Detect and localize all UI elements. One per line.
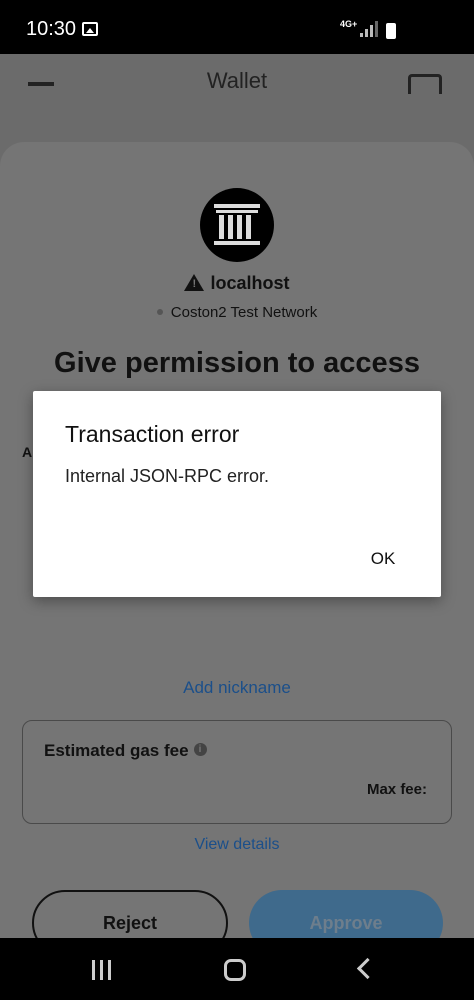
ok-button[interactable]: OK (353, 541, 413, 577)
back-icon[interactable] (356, 957, 379, 980)
bank-icon (214, 204, 260, 245)
warning-icon (184, 274, 205, 291)
gas-fee-label-text: Estimated gas fee (44, 741, 189, 760)
dialog-message: Internal JSON-RPC error. (65, 466, 270, 486)
app-header: Wallet (0, 54, 474, 114)
view-details-link[interactable]: View details (0, 836, 474, 854)
signal-icon (360, 21, 382, 37)
gas-fee-box: Estimated gas fee i Max fee: (22, 720, 452, 824)
page-title: Wallet (206, 68, 268, 93)
network-status-icon (156, 309, 163, 315)
site-favicon (200, 188, 274, 262)
network-label: Coston2 Test Network (170, 304, 318, 321)
add-nickname-link[interactable]: Add nickname (0, 678, 474, 698)
max-fee-label: Max fee: (366, 781, 427, 798)
recents-icon[interactable] (92, 960, 112, 980)
navigation-bar (0, 938, 474, 1000)
status-time: 10:30 (26, 18, 77, 40)
network-row: Coston2 Test Network (0, 304, 474, 321)
dialog-title: Transaction error (65, 421, 240, 447)
image-icon (82, 22, 98, 36)
account-label-fragment: A (22, 444, 33, 460)
status-bar: 10:30 4G+ (0, 0, 474, 54)
scan-icon[interactable] (408, 74, 442, 94)
battery-icon (386, 23, 396, 39)
origin-label: localhost (210, 273, 290, 293)
network-type: 4G+ (340, 19, 358, 29)
home-icon[interactable] (224, 959, 246, 981)
gas-fee-label: Estimated gas fee i (44, 741, 207, 761)
transaction-error-dialog: Transaction error Internal JSON-RPC erro… (33, 391, 441, 597)
origin-row: localhost (0, 272, 474, 294)
info-icon[interactable]: i (193, 743, 207, 756)
